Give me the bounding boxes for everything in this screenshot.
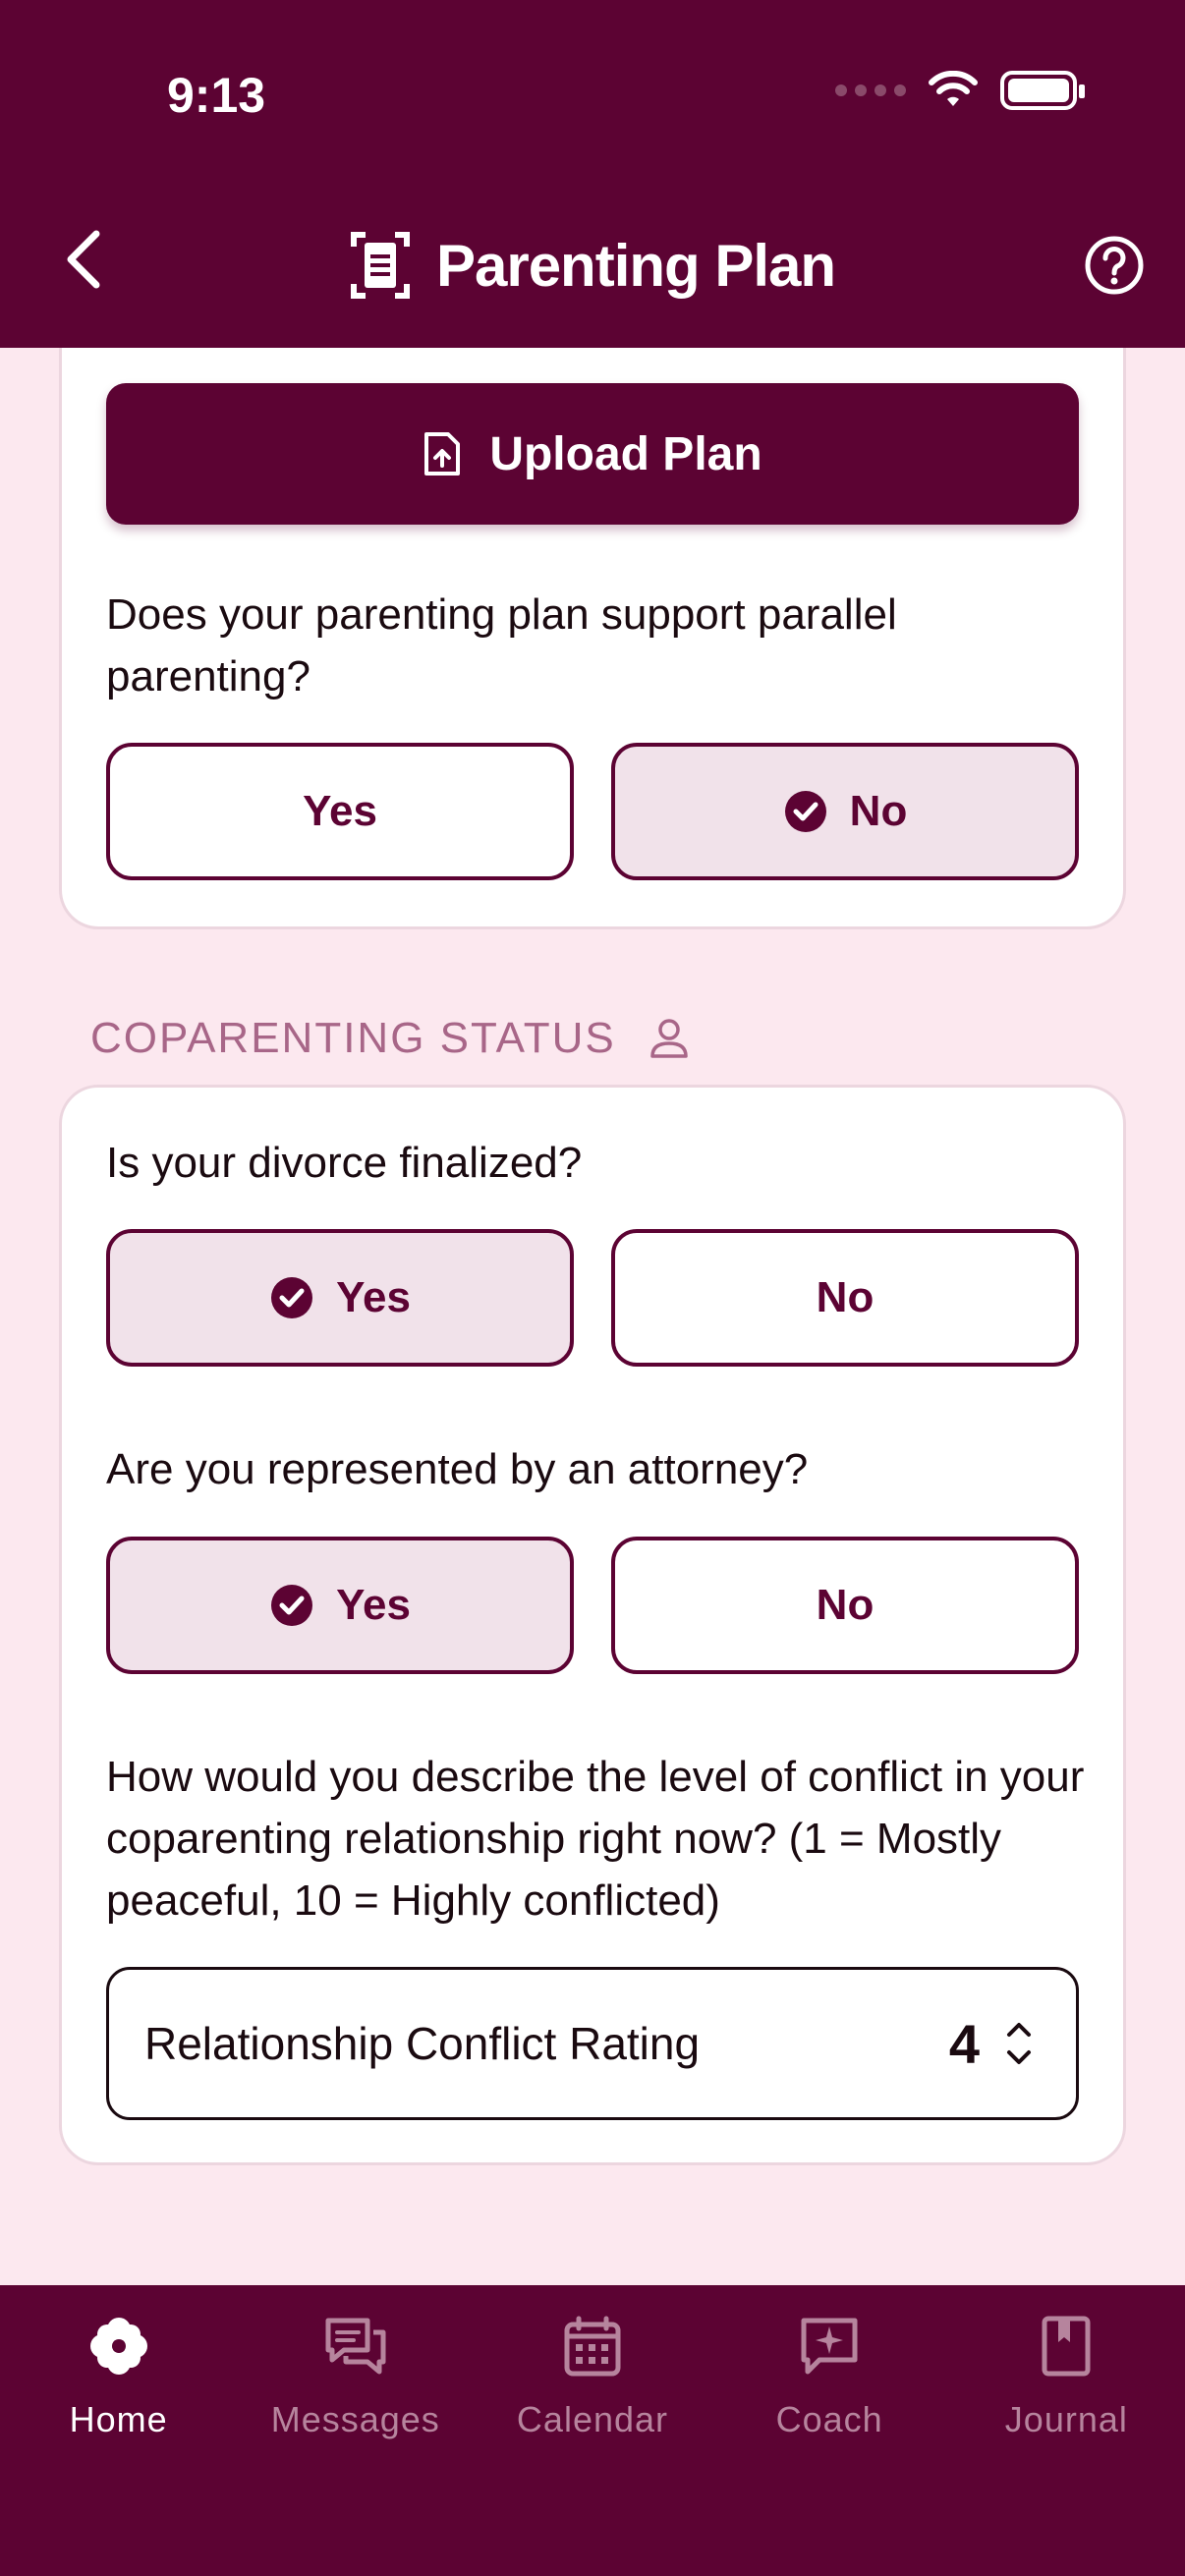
battery-icon	[1000, 71, 1085, 110]
choice-label: No	[816, 1273, 875, 1321]
tab-calendar[interactable]: Calendar	[474, 2285, 710, 2576]
upload-plan-label: Upload Plan	[489, 427, 762, 480]
wifi-icon	[929, 71, 978, 106]
status-time: 9:13	[167, 68, 266, 123]
calendar-icon	[564, 2316, 621, 2377]
check-circle-icon	[271, 1277, 313, 1318]
status-icons	[835, 71, 1085, 110]
app-header: 9:13 Parenting Plan	[0, 0, 1185, 348]
signal-icon	[835, 84, 906, 96]
conflict-question: How would you describe the level of conf…	[106, 1753, 1085, 1925]
tab-messages[interactable]: Messages	[237, 2285, 474, 2576]
tab-label: Messages	[270, 2399, 440, 2439]
choice-label: Yes	[303, 787, 377, 835]
rating-value: 4	[948, 2012, 980, 2075]
help-icon[interactable]	[1083, 234, 1146, 297]
tab-home[interactable]: Home	[0, 2285, 237, 2576]
parallel-yes-button[interactable]: Yes	[106, 743, 574, 880]
divorce-no-button[interactable]: No	[611, 1229, 1079, 1367]
document-scan-icon	[350, 232, 410, 299]
check-circle-icon	[271, 1585, 313, 1626]
coparenting-status-header: COPARENTING STATUS	[90, 1014, 689, 1063]
rating-label: Relationship Conflict Rating	[144, 2018, 701, 2069]
tab-coach[interactable]: Coach	[711, 2285, 948, 2576]
parallel-no-button[interactable]: No	[611, 743, 1079, 880]
choice-label: Yes	[336, 1581, 411, 1629]
tab-label: Home	[69, 2399, 168, 2439]
divorce-yes-button[interactable]: Yes	[106, 1229, 574, 1367]
flower-icon	[89, 2318, 147, 2375]
attorney-question: Are you represented by an attorney?	[106, 1445, 809, 1493]
tab-label: Calendar	[516, 2399, 669, 2439]
conflict-rating-stepper[interactable]: Relationship Conflict Rating 4	[106, 1967, 1079, 2120]
choice-label: Yes	[336, 1273, 411, 1321]
choice-label: No	[816, 1581, 875, 1629]
person-icon	[649, 1019, 688, 1058]
messages-icon	[325, 2318, 386, 2375]
coach-icon	[801, 2318, 858, 2375]
file-upload-icon	[424, 432, 461, 476]
attorney-yes-button[interactable]: Yes	[106, 1537, 574, 1674]
choice-label: No	[849, 787, 908, 835]
parallel-parenting-question: Does your parenting plan support paralle…	[106, 590, 897, 700]
attorney-no-button[interactable]: No	[611, 1537, 1079, 1674]
section-title: COPARENTING STATUS	[90, 1014, 616, 1062]
divorce-question: Is your divorce finalized?	[106, 1139, 583, 1187]
tab-journal[interactable]: Journal	[948, 2285, 1185, 2576]
page-title: Parenting Plan	[435, 232, 836, 299]
chevron-up-down-icon[interactable]	[1005, 2017, 1033, 2070]
journal-icon	[1042, 2316, 1091, 2377]
upload-plan-button[interactable]: Upload Plan	[106, 383, 1079, 525]
check-circle-icon	[784, 791, 826, 832]
header-title-group: Parenting Plan	[0, 226, 1185, 305]
tab-label: Journal	[1004, 2399, 1128, 2439]
tab-label: Coach	[775, 2399, 883, 2439]
bottom-tab-bar: Home Messages Calendar Coach Journal	[0, 2285, 1185, 2576]
